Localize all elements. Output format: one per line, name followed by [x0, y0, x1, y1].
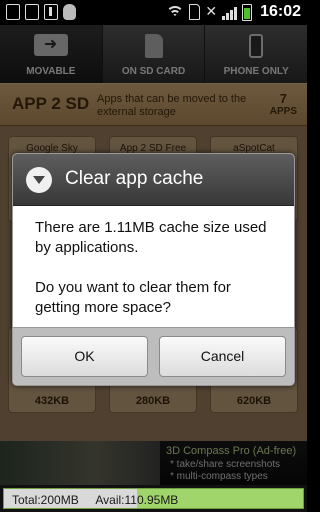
dialog-message-question: Do you want to clear them for getting mo… — [35, 279, 231, 316]
dialog-header: Clear app cache — [13, 154, 294, 206]
status-bar: ✕ 16:02 — [0, 0, 307, 25]
signal-icon — [222, 4, 238, 20]
storage-bar: Total:200MB Avail:110.95MB — [0, 485, 307, 512]
storage-track: Total:200MB Avail:110.95MB — [3, 488, 304, 509]
cancel-button[interactable]: Cancel — [159, 336, 286, 377]
clock: 16:02 — [260, 3, 301, 20]
dialog-title: Clear app cache — [65, 168, 204, 189]
debug-bug-icon — [63, 4, 76, 20]
usb-icon — [44, 4, 58, 20]
ok-button[interactable]: OK — [21, 336, 148, 377]
clear-cache-dialog: Clear app cache There are 1.11MB cache s… — [12, 153, 295, 386]
notification-icon — [6, 4, 20, 20]
no-sim-icon: ✕ — [205, 4, 218, 20]
dialog-buttons: OK Cancel — [13, 327, 294, 385]
download-icon — [25, 4, 39, 20]
dropdown-arrow-icon — [26, 167, 52, 193]
dialog-message: There are 1.11MB cache size used by appl… — [35, 218, 280, 338]
wifi-icon — [166, 4, 185, 20]
battery-icon — [242, 3, 253, 21]
sd-card-icon — [189, 4, 201, 20]
storage-text: Total:200MB Avail:110.95MB — [12, 493, 192, 507]
dialog-message-cache-size: There are 1.11MB cache size used by appl… — [35, 219, 267, 256]
storage-total: Total:200MB — [12, 493, 79, 507]
storage-available: Avail:110.95MB — [95, 493, 179, 507]
